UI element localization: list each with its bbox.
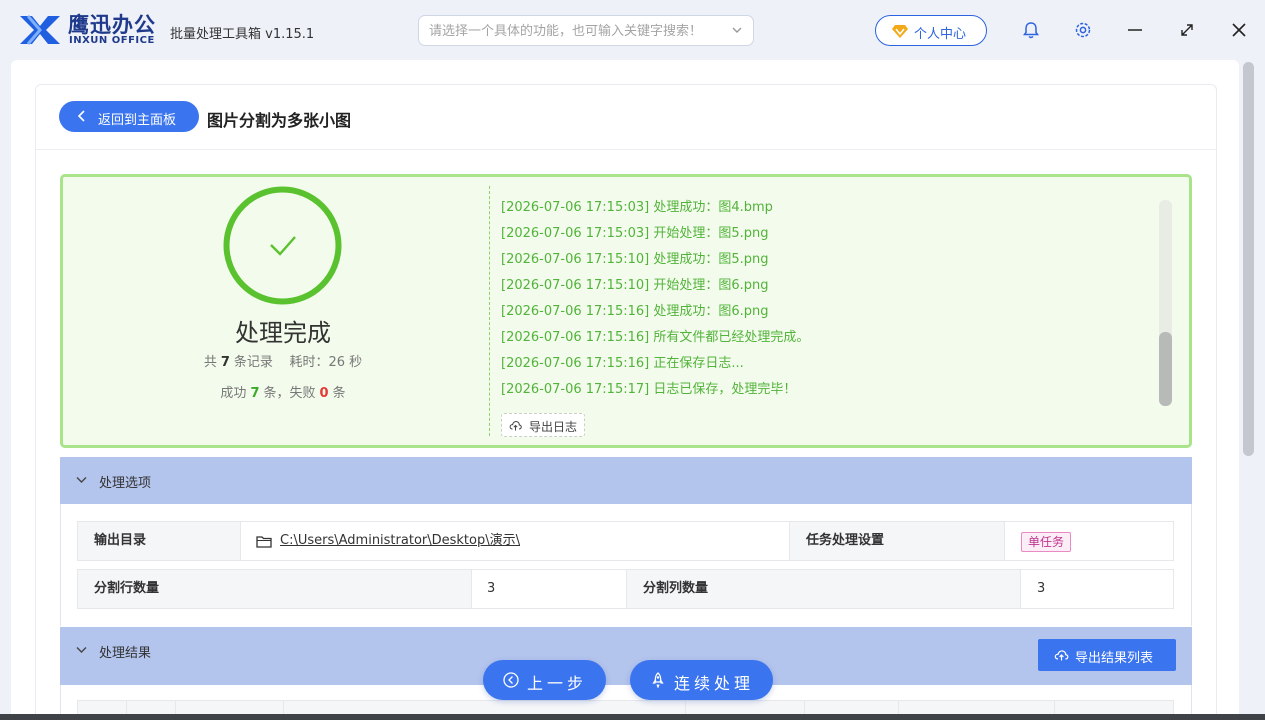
diamond-icon (892, 25, 908, 38)
stats-total: 共 7 条记录 耗时：26 秒 (150, 351, 416, 370)
success-suffix: 条，失败 (263, 386, 316, 401)
check-circle-icon (223, 186, 342, 305)
log-line: [2026-07-06 17:15:10] 处理成功：图5.png (501, 252, 769, 267)
time-label: 耗时： (289, 355, 329, 370)
back-to-main-button[interactable]: 返回到主面板 (59, 101, 199, 132)
bell-icon[interactable] (1021, 20, 1041, 40)
logo-icon (20, 15, 60, 45)
export-results-button[interactable]: 导出结果列表 (1038, 639, 1176, 671)
options-row-output: 输出目录 C:\Users\Administrator\Desktop\演示\ … (77, 521, 1174, 561)
export-log-label: 导出日志 (529, 420, 578, 434)
split-cols-value: 3 (1037, 581, 1046, 596)
total-count: 7 (220, 355, 230, 370)
chevron-down-icon[interactable] (76, 646, 87, 654)
split-rows-label: 分割行数量 (78, 570, 471, 608)
folder-icon (256, 536, 272, 548)
task-setting-label: 任务处理设置 (790, 522, 1004, 560)
log-line: [2026-07-06 17:15:16] 所有文件都已经处理完成。 (501, 330, 810, 345)
output-dir-link[interactable]: C:\Users\Administrator\Desktop\演示\ (280, 533, 520, 548)
total-suffix: 条记录 (233, 355, 273, 370)
cloud-upload-icon (1054, 650, 1069, 661)
app-title: 批量处理工具箱 v1.15.1 (170, 27, 315, 42)
arrow-left-circle-icon (503, 672, 519, 688)
cell-divider (1020, 570, 1021, 608)
log-scrollbar-thumb[interactable] (1159, 332, 1172, 406)
page-scrollbar-thumb[interactable] (1243, 62, 1254, 456)
maximize-icon[interactable] (1177, 20, 1197, 40)
split-rows-value: 3 (487, 581, 496, 596)
chevron-down-icon[interactable] (731, 24, 743, 36)
success-prefix: 成功 (220, 386, 247, 401)
user-center-button[interactable]: 个人中心 (875, 15, 987, 46)
gear-icon[interactable] (1073, 20, 1093, 40)
task-setting-badge: 单任务 (1021, 532, 1072, 552)
taskbar-edge (0, 714, 1265, 720)
log-line: [2026-07-06 17:15:10] 开始处理：图6.png (501, 278, 769, 293)
cell-divider (471, 570, 472, 608)
success-count: 7 (250, 386, 260, 401)
total-prefix: 共 (203, 355, 217, 370)
log-line: [2026-07-06 17:15:16] 处理成功：图6.png (501, 304, 769, 319)
summary-divider (489, 186, 490, 436)
previous-step-button[interactable]: 上一步 (483, 660, 606, 700)
export-log-button[interactable]: 导出日志 (501, 413, 585, 437)
split-cols-label: 分割列数量 (627, 570, 1020, 608)
log-line: [2026-07-06 17:15:03] 开始处理：图5.png (501, 226, 769, 241)
close-icon[interactable] (1229, 20, 1249, 40)
log-list: [2026-07-06 17:15:03] 处理成功：图4.bmp [2026-… (501, 198, 1141, 406)
status-title: 处理完成 (235, 319, 331, 347)
cloud-upload-icon (509, 421, 522, 431)
chevron-left-icon (77, 110, 85, 122)
back-to-main-label: 返回到主面板 (98, 113, 177, 128)
brand-name-english: INXUN OFFICE (69, 35, 155, 46)
options-section-title: 处理选项 (99, 476, 152, 491)
title-bar: 鹰迅办公 INXUN OFFICE 批量处理工具箱 v1.15.1 个人中心 (0, 0, 1265, 60)
output-dir-label: 输出目录 (78, 522, 240, 560)
log-line: [2026-07-06 17:15:03] 处理成功：图4.bmp (501, 200, 773, 215)
export-results-label: 导出结果列表 (1075, 651, 1154, 666)
log-line: [2026-07-06 17:15:17] 日志已保存，处理完毕！ (501, 382, 797, 397)
header-divider (36, 149, 1216, 150)
continue-processing-label: 连续处理 (674, 674, 755, 693)
previous-step-label: 上一步 (527, 674, 588, 693)
minimize-icon[interactable] (1125, 20, 1145, 40)
search-box[interactable] (418, 15, 754, 46)
options-section-header[interactable]: 处理选项 (60, 457, 1192, 504)
stats-success-fail: 成功 7 条，失败 0 条 (150, 382, 416, 401)
options-row-split: 分割行数量 3 分割列数量 3 (77, 569, 1174, 609)
rocket-icon (652, 672, 664, 688)
fail-suffix: 条 (332, 386, 346, 401)
search-input[interactable] (429, 22, 719, 40)
cell-divider (1004, 522, 1005, 560)
output-dir-value[interactable]: C:\Users\Administrator\Desktop\演示\ (280, 522, 780, 560)
results-section-title: 处理结果 (99, 646, 152, 661)
time-unit: 秒 (349, 355, 363, 370)
page-title: 图片分割为多张小图 (207, 111, 352, 130)
continue-processing-button[interactable]: 连续处理 (630, 660, 773, 700)
time-value: 26 (328, 355, 345, 370)
user-center-label: 个人中心 (914, 27, 967, 42)
cell-divider (240, 522, 241, 560)
results-section-header[interactable]: 处理结果 (60, 627, 1192, 685)
fail-count: 0 (319, 386, 329, 401)
log-line: [2026-07-06 17:15:16] 正在保存日志... (501, 356, 744, 371)
chevron-down-icon[interactable] (76, 476, 87, 484)
